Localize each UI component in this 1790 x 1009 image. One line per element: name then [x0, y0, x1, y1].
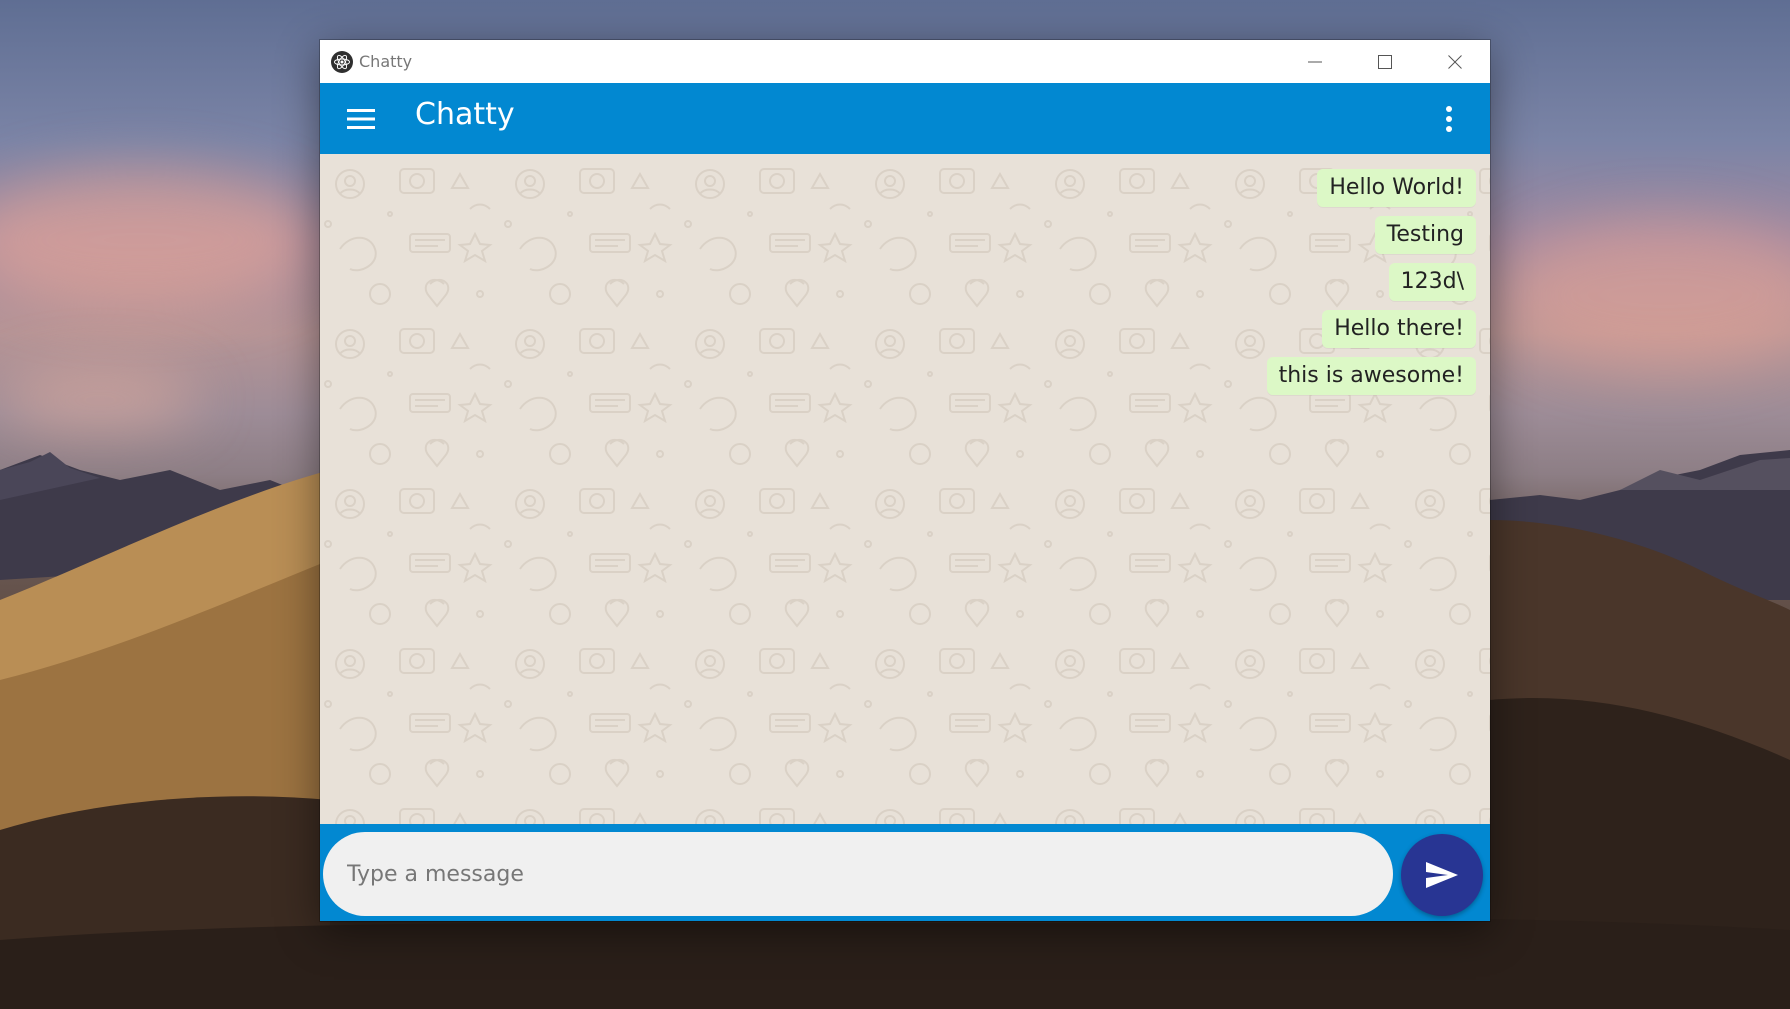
more-vertical-icon	[1446, 106, 1452, 132]
message-bubble: Testing	[1374, 216, 1476, 254]
hamburger-menu-icon	[347, 109, 375, 129]
app-bar: Chatty	[320, 83, 1490, 154]
app-title: Chatty	[415, 97, 515, 132]
message-bubble: Hello World!	[1317, 169, 1476, 207]
chatty-window: Chatty Chatty Hello World! Testing 123d\…	[320, 40, 1490, 921]
message-bubble: Hello there!	[1322, 310, 1476, 348]
desktop-background: Chatty Chatty Hello World! Testing 123d\…	[0, 0, 1790, 1009]
window-controls	[1280, 40, 1490, 83]
send-button[interactable]	[1401, 834, 1483, 916]
message-bubble: 123d\	[1388, 263, 1476, 301]
message-input[interactable]	[323, 832, 1393, 916]
window-title: Chatty	[359, 52, 413, 71]
message-list: Hello World! Testing 123d\ Hello there! …	[1266, 169, 1476, 395]
send-icon	[1426, 862, 1458, 888]
maximize-icon	[1378, 54, 1392, 69]
chat-message-area[interactable]: Hello World! Testing 123d\ Hello there! …	[320, 154, 1490, 824]
close-icon	[1448, 54, 1462, 69]
menu-button[interactable]	[342, 100, 380, 138]
minimize-button[interactable]	[1280, 40, 1350, 83]
electron-icon	[331, 50, 353, 73]
minimize-icon	[1308, 61, 1322, 62]
window-titlebar[interactable]: Chatty	[320, 40, 1490, 83]
close-button[interactable]	[1420, 40, 1490, 83]
message-bubble: this is awesome!	[1266, 357, 1476, 395]
more-options-button[interactable]	[1430, 100, 1468, 138]
maximize-button[interactable]	[1350, 40, 1420, 83]
message-composer	[320, 824, 1490, 921]
